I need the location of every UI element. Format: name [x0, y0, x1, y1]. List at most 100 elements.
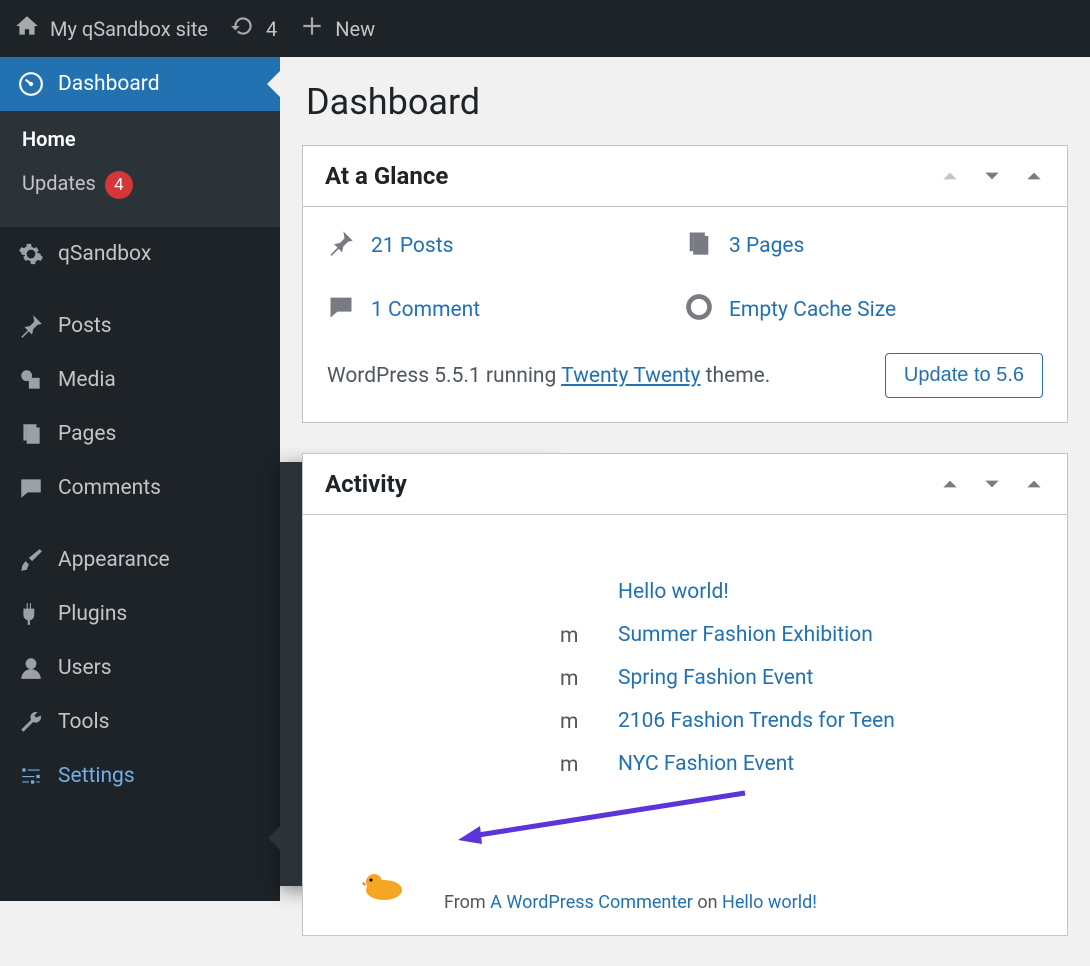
pages-icon — [18, 421, 44, 447]
updates-count-badge: 4 — [105, 171, 133, 199]
wp-theme-link[interactable]: Twenty Twenty — [561, 364, 700, 388]
panel-title-activity: Activity — [325, 470, 407, 498]
sidebar-label-posts: Posts — [58, 314, 112, 338]
panel-controls — [939, 473, 1045, 495]
adminbar-updates[interactable]: 4 — [230, 13, 277, 44]
plus-icon — [299, 13, 325, 44]
pages-icon — [685, 229, 713, 263]
panel-move-down-icon[interactable] — [981, 473, 1003, 495]
glance-pages-link: 3 Pages — [729, 234, 804, 258]
main-content: Dashboard At a Glance 21 Posts 3 Pages — [280, 57, 1090, 966]
panel-move-up-icon[interactable] — [939, 473, 961, 495]
glance-cache[interactable]: Empty Cache Size — [685, 293, 1043, 327]
activity-post-link[interactable]: Summer Fashion Exhibition — [618, 623, 895, 647]
activity-time-suffix: m — [560, 667, 578, 691]
wp-version-line: WordPress 5.5.1 running Twenty Twenty th… — [327, 364, 770, 388]
sidebar-label-qsandbox: qSandbox — [58, 242, 151, 266]
adminbar-site-name: My qSandbox site — [50, 17, 208, 41]
adminbar-new[interactable]: New — [299, 13, 375, 44]
adminbar-updates-count: 4 — [266, 17, 277, 41]
comment-prefix: From — [444, 892, 490, 913]
comment-on: on — [693, 892, 722, 913]
sidebar-item-posts[interactable]: Posts — [0, 299, 280, 353]
sidebar-item-dashboard[interactable]: Dashboard — [0, 57, 280, 111]
admin-bar: My qSandbox site 4 New — [0, 0, 1090, 57]
activity-post-link[interactable]: NYC Fashion Event — [618, 752, 895, 776]
comment-author-link[interactable]: A WordPress Commenter — [490, 892, 693, 913]
sidebar-label-plugins: Plugins — [58, 602, 127, 626]
activity-post-link[interactable]: 2106 Fashion Trends for Teen — [618, 709, 895, 733]
sidebar-item-qsandbox[interactable]: qSandbox — [0, 227, 280, 281]
glance-pages[interactable]: 3 Pages — [685, 229, 1043, 263]
sidebar-label-comments: Comments — [58, 476, 161, 500]
sidebar-label-appearance: Appearance — [58, 548, 170, 572]
wp-version-prefix: WordPress 5.5.1 running — [327, 364, 561, 388]
commenter-avatar — [360, 872, 404, 900]
sidebar-label-pages: Pages — [58, 422, 116, 446]
panel-move-up-icon[interactable] — [939, 165, 961, 187]
panel-toggle-icon[interactable] — [1023, 473, 1045, 495]
sidebar-label-settings: Settings — [58, 764, 135, 788]
dashboard-icon — [18, 71, 44, 97]
panel-move-down-icon[interactable] — [981, 165, 1003, 187]
sidebar-label-dashboard: Dashboard — [58, 72, 160, 96]
wrench-icon — [18, 709, 44, 735]
panel-toggle-icon[interactable] — [1023, 165, 1045, 187]
panel-head-activity: Activity — [303, 454, 1067, 515]
sidebar-subitem-home[interactable]: Home — [0, 117, 280, 161]
media-icon — [18, 367, 44, 393]
comment-icon — [327, 293, 355, 327]
panel-at-a-glance: At a Glance 21 Posts 3 Pages 1 Com — [302, 145, 1068, 423]
sidebar-separator — [0, 515, 280, 533]
activity-links-col: Hello world! Summer Fashion Exhibition S… — [618, 580, 895, 776]
page-title: Dashboard — [306, 81, 1068, 123]
activity-time-suffix: m — [560, 710, 578, 734]
activity-post-link[interactable]: Hello world! — [618, 580, 895, 604]
circle-icon — [685, 293, 713, 327]
activity-time-suffix: m — [560, 624, 578, 648]
sidebar-item-appearance[interactable]: Appearance — [0, 533, 280, 587]
refresh-icon — [230, 13, 256, 44]
panel-controls — [939, 165, 1045, 187]
glance-cache-link: Empty Cache Size — [729, 298, 896, 322]
sidebar-label-users: Users — [58, 656, 112, 680]
sidebar-updates-label: Updates — [22, 171, 96, 195]
sidebar-label-tools: Tools — [58, 710, 109, 734]
sliders-icon — [18, 763, 44, 789]
comment-icon — [18, 475, 44, 501]
gear-icon — [18, 241, 44, 267]
comment-post-link[interactable]: Hello world! — [722, 892, 817, 913]
glance-comments-link: 1 Comment — [371, 298, 480, 322]
sidebar-item-users[interactable]: Users — [0, 641, 280, 695]
pin-icon — [327, 229, 355, 263]
sidebar-subitem-updates[interactable]: Updates 4 — [0, 161, 280, 209]
wp-version-suffix: theme. — [700, 364, 770, 388]
sidebar-item-pages[interactable]: Pages — [0, 407, 280, 461]
adminbar-new-label: New — [335, 17, 375, 41]
activity-post-link[interactable]: Spring Fashion Event — [618, 666, 895, 690]
update-wp-button[interactable]: Update to 5.6 — [885, 353, 1043, 398]
glance-posts-link: 21 Posts — [371, 234, 453, 258]
brush-icon — [18, 547, 44, 573]
sidebar-item-plugins[interactable]: Plugins — [0, 587, 280, 641]
glance-posts[interactable]: 21 Posts — [327, 229, 685, 263]
glance-body: 21 Posts 3 Pages 1 Comment Empty Cache S… — [303, 207, 1067, 422]
activity-time-suffix-col: m m m m — [560, 624, 578, 777]
sidebar-label-media: Media — [58, 368, 116, 392]
panel-head-glance: At a Glance — [303, 146, 1067, 207]
sidebar-item-comments[interactable]: Comments — [0, 461, 280, 515]
user-icon — [18, 655, 44, 681]
home-icon — [14, 13, 40, 44]
dashboard-submenu: Home Updates 4 — [0, 111, 280, 227]
admin-sidebar: Dashboard Home Updates 4 qSandbox Posts … — [0, 57, 280, 901]
adminbar-site[interactable]: My qSandbox site — [14, 13, 208, 44]
glance-comments[interactable]: 1 Comment — [327, 293, 685, 327]
pin-icon — [18, 313, 44, 339]
panel-title-glance: At a Glance — [325, 162, 448, 190]
activity-comment-row: From A WordPress Commenter on Hello worl… — [444, 892, 817, 913]
plugin-icon — [18, 601, 44, 627]
sidebar-item-tools[interactable]: Tools — [0, 695, 280, 749]
sidebar-item-settings[interactable]: Settings — [0, 749, 280, 803]
sidebar-separator — [0, 281, 280, 299]
sidebar-item-media[interactable]: Media — [0, 353, 280, 407]
